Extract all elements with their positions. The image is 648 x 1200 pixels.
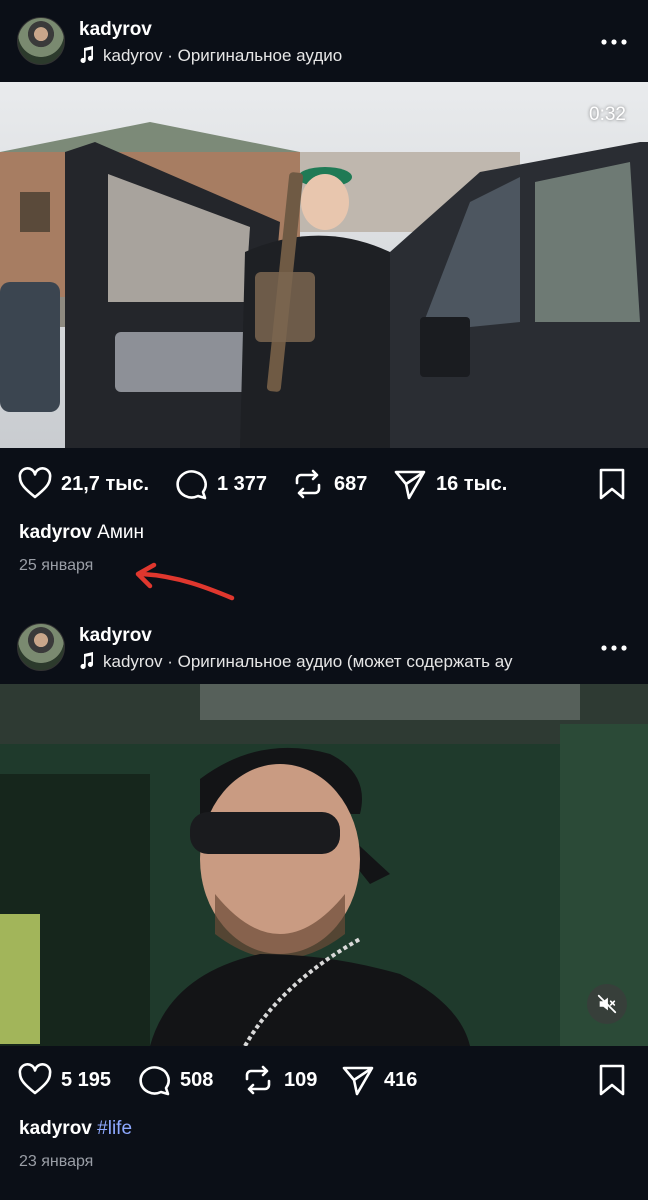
music-note-icon: [79, 652, 95, 675]
video-player-1[interactable]: 0:32: [0, 82, 648, 448]
share-count: 416: [384, 1068, 418, 1091]
bookmark-icon[interactable]: [594, 466, 630, 502]
like-count: 21,7 тыс.: [61, 472, 150, 495]
repost-arrows-icon: [245, 1065, 271, 1095]
post-caption-2: kadyrov #life: [19, 1118, 132, 1140]
post-caption-1: kadyrov Амин: [19, 522, 144, 544]
caption-text: Амин: [97, 522, 144, 543]
post-actions-2: 5 195 508 109 416: [0, 1060, 648, 1100]
repost-button[interactable]: 109: [240, 1060, 317, 1100]
post-date[interactable]: 23 января: [19, 1153, 93, 1171]
comment-bubble-icon: [139, 1066, 170, 1096]
repost-arrows-icon: [295, 469, 321, 499]
repost-count: 687: [334, 472, 368, 495]
audio-text: kadyrov · Оригинальное аудио (может соде…: [103, 652, 513, 671]
music-note-icon: [79, 46, 95, 69]
post-2: kadyrov kadyrov · Оригинальное аудио (мо…: [0, 606, 648, 686]
video-duration: 0:32: [589, 104, 626, 125]
repost-button[interactable]: 687: [290, 464, 367, 504]
comment-count: 1 377: [217, 472, 268, 495]
red-arrow-annotation: [135, 562, 235, 601]
heart-icon: [18, 467, 52, 499]
audio-text: kadyrov · Оригинальное аудио: [103, 46, 343, 65]
caption-username[interactable]: kadyrov: [19, 1118, 92, 1139]
speaker-muted-icon: [597, 994, 617, 1014]
caption-hashtag[interactable]: #life: [97, 1118, 132, 1139]
post-date[interactable]: 25 января: [19, 557, 93, 575]
send-paper-plane-icon: [342, 1066, 374, 1096]
avatar[interactable]: [17, 623, 65, 671]
video-frame-2: [0, 684, 648, 1046]
send-paper-plane-icon: [394, 470, 426, 500]
comment-button[interactable]: 1 377: [173, 464, 267, 504]
audio-attribution[interactable]: kadyrov · Оригинальное аудио: [79, 46, 569, 69]
post-username[interactable]: kadyrov: [79, 19, 152, 41]
like-button[interactable]: 21,7 тыс.: [17, 464, 149, 504]
share-button[interactable]: 416: [340, 1060, 417, 1100]
share-count: 16 тыс.: [436, 472, 508, 495]
more-dots-icon[interactable]: [598, 636, 630, 660]
caption-username[interactable]: kadyrov: [19, 522, 92, 543]
comment-count: 508: [180, 1068, 214, 1091]
share-button[interactable]: 16 тыс.: [392, 464, 507, 504]
video-player-2[interactable]: [0, 684, 648, 1046]
post-actions-1: 21,7 тыс. 1 377 687 16 тыс.: [0, 464, 648, 504]
like-count: 5 195: [61, 1068, 112, 1091]
like-button[interactable]: 5 195: [17, 1060, 111, 1100]
post-header: kadyrov kadyrov · Оригинальное аудио (мо…: [0, 606, 648, 686]
avatar[interactable]: [17, 17, 65, 65]
bookmark-icon[interactable]: [594, 1062, 630, 1098]
post-username[interactable]: kadyrov: [79, 625, 152, 647]
comment-button[interactable]: 508: [136, 1060, 213, 1100]
mute-toggle-button[interactable]: [587, 984, 627, 1024]
post-header: kadyrov kadyrov · Оригинальное аудио: [0, 0, 648, 80]
audio-attribution[interactable]: kadyrov · Оригинальное аудио (может соде…: [79, 652, 569, 675]
repost-count: 109: [284, 1068, 318, 1091]
post-1: kadyrov kadyrov · Оригинальное аудио: [0, 0, 648, 80]
video-frame-1: [0, 82, 648, 448]
comment-bubble-icon: [176, 470, 207, 500]
more-dots-icon[interactable]: [598, 30, 630, 54]
heart-icon: [18, 1063, 52, 1095]
